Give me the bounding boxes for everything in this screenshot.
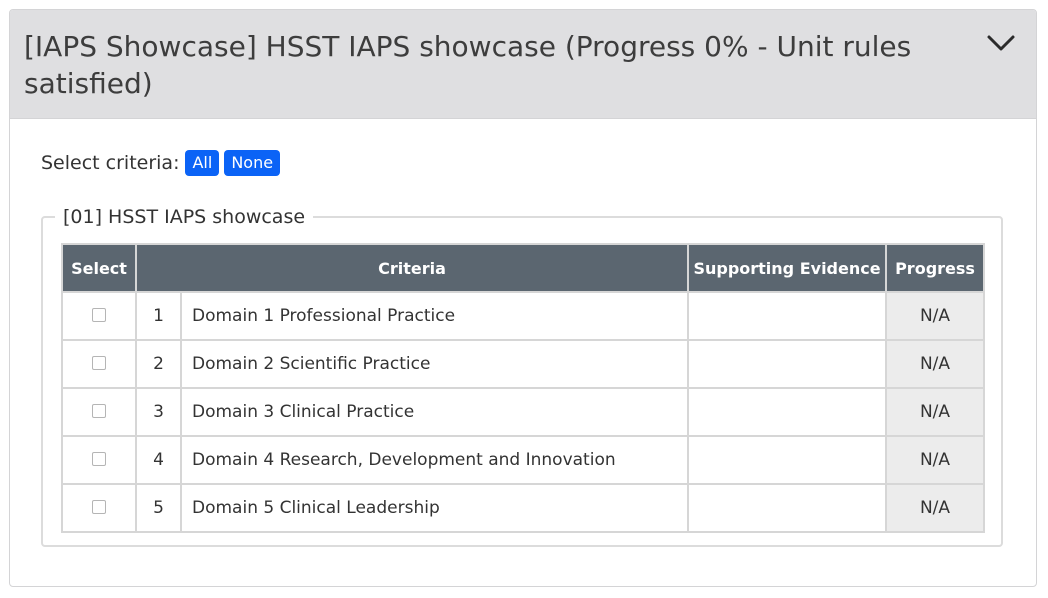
criteria-number: 1 bbox=[135, 291, 182, 341]
select-cell bbox=[61, 339, 137, 389]
col-header-evidence: Supporting Evidence bbox=[687, 243, 888, 293]
supporting-evidence-cell bbox=[687, 291, 888, 341]
criteria-checkbox[interactable] bbox=[92, 308, 106, 322]
table-row: 3 Domain 3 Clinical Practice N/A bbox=[61, 387, 986, 437]
criteria-name: Domain 2 Scientific Practice bbox=[179, 339, 690, 389]
unit-legend: [01] HSST IAPS showcase bbox=[63, 206, 306, 228]
progress-cell: N/A bbox=[885, 291, 986, 341]
select-none-button[interactable]: None bbox=[224, 150, 281, 176]
table-row: 2 Domain 2 Scientific Practice N/A bbox=[61, 339, 986, 389]
criteria-number: 4 bbox=[135, 435, 182, 485]
table-header-row: Select Criteria Supporting Evidence Prog… bbox=[61, 243, 986, 293]
select-criteria-bar: Select criteria: All None bbox=[41, 149, 281, 177]
criteria-checkbox[interactable] bbox=[92, 356, 106, 370]
chevron-down-icon[interactable] bbox=[986, 32, 1016, 54]
criteria-name: Domain 3 Clinical Practice bbox=[179, 387, 690, 437]
select-cell bbox=[61, 291, 137, 341]
progress-cell: N/A bbox=[885, 435, 986, 485]
criteria-number: 2 bbox=[135, 339, 182, 389]
criteria-checkbox[interactable] bbox=[92, 500, 106, 514]
select-cell bbox=[61, 387, 137, 437]
progress-cell: N/A bbox=[885, 387, 986, 437]
unit-panel: [IAPS Showcase] HSST IAPS showcase (Prog… bbox=[9, 9, 1037, 587]
criteria-checkbox[interactable] bbox=[92, 404, 106, 418]
table-row: 4 Domain 4 Research, Development and Inn… bbox=[61, 435, 986, 485]
table-row: 5 Domain 5 Clinical Leadership N/A bbox=[61, 483, 986, 533]
select-all-button[interactable]: All bbox=[185, 150, 220, 176]
select-cell bbox=[61, 483, 137, 533]
criteria-number: 5 bbox=[135, 483, 182, 533]
supporting-evidence-cell bbox=[687, 387, 888, 437]
progress-cell: N/A bbox=[885, 483, 986, 533]
select-criteria-label: Select criteria: bbox=[41, 152, 180, 174]
panel-title: [IAPS Showcase] HSST IAPS showcase (Prog… bbox=[24, 30, 912, 100]
select-cell bbox=[61, 435, 137, 485]
col-header-criteria: Criteria bbox=[134, 243, 690, 293]
criteria-number: 3 bbox=[135, 387, 182, 437]
col-header-select: Select bbox=[61, 243, 137, 293]
criteria-table: Select Criteria Supporting Evidence Prog… bbox=[61, 243, 986, 533]
supporting-evidence-cell bbox=[687, 339, 888, 389]
criteria-name: Domain 5 Clinical Leadership bbox=[179, 483, 690, 533]
progress-cell: N/A bbox=[885, 339, 986, 389]
supporting-evidence-cell bbox=[687, 435, 888, 485]
col-header-progress: Progress bbox=[885, 243, 986, 293]
criteria-name: Domain 1 Professional Practice bbox=[179, 291, 690, 341]
supporting-evidence-cell bbox=[687, 483, 888, 533]
criteria-checkbox[interactable] bbox=[92, 452, 106, 466]
panel-header[interactable]: [IAPS Showcase] HSST IAPS showcase (Prog… bbox=[10, 10, 1036, 119]
table-row: 1 Domain 1 Professional Practice N/A bbox=[61, 291, 986, 341]
criteria-name: Domain 4 Research, Development and Innov… bbox=[179, 435, 690, 485]
